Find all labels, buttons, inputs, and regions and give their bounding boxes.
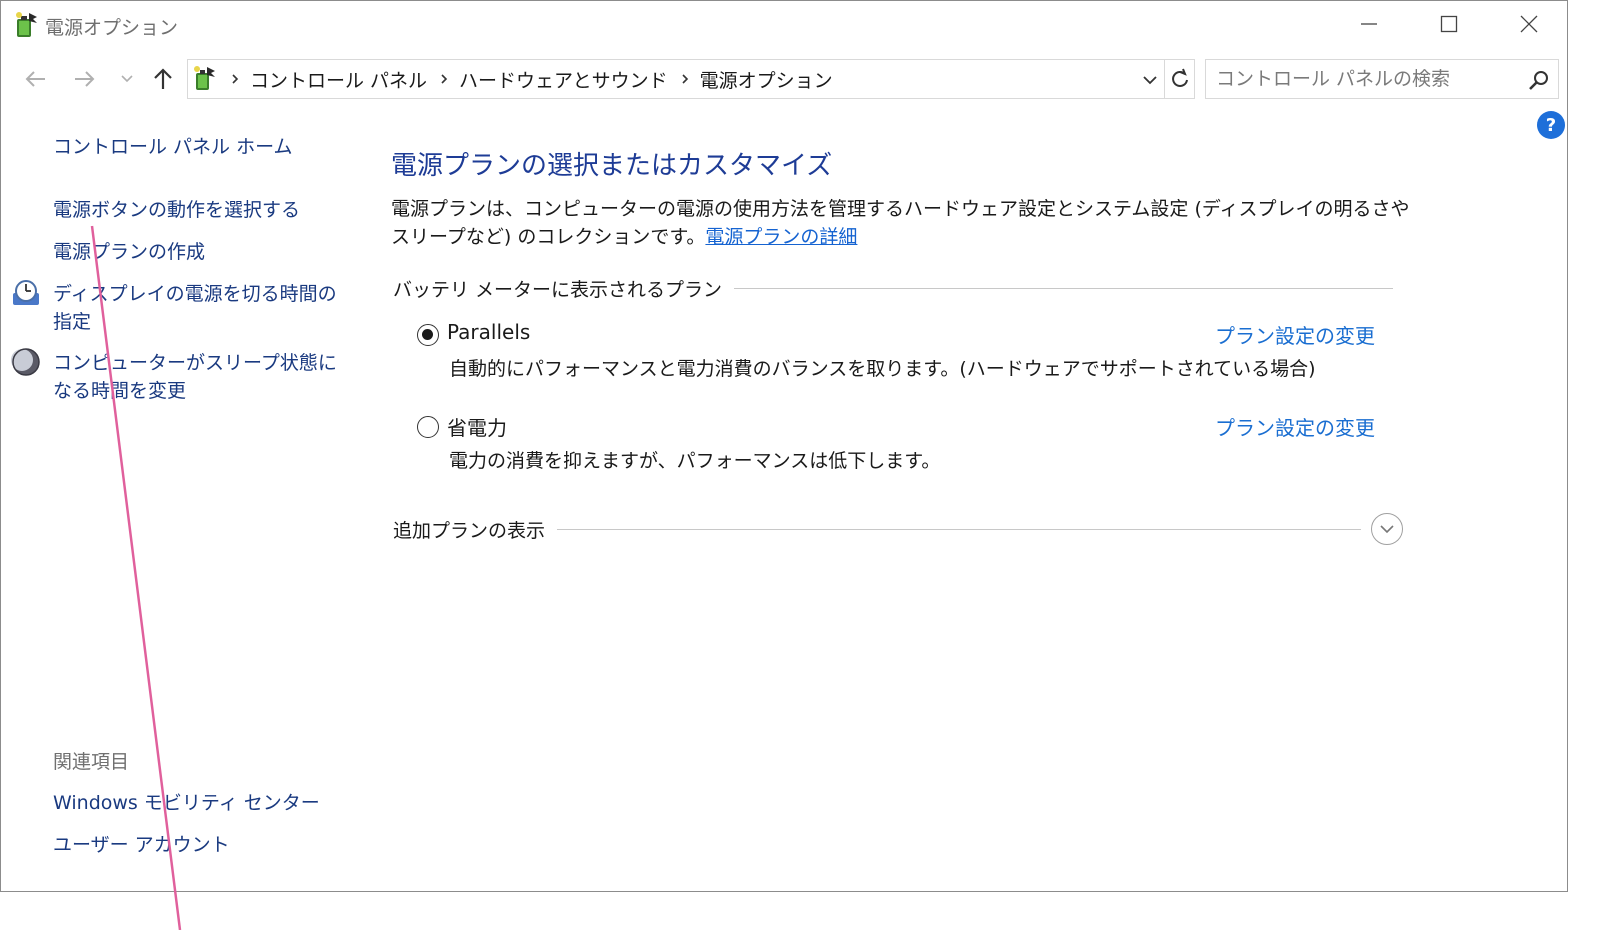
minimize-button[interactable] xyxy=(1329,1,1409,47)
close-button[interactable] xyxy=(1489,1,1567,47)
minimize-icon xyxy=(1361,23,1377,25)
arrow-left-icon xyxy=(25,71,45,87)
breadcrumb-control-panel[interactable]: コントロール パネル xyxy=(250,66,427,93)
user-accounts-link[interactable]: ユーザー アカウント xyxy=(53,831,230,859)
expand-button[interactable] xyxy=(1371,513,1403,545)
additional-plans-label[interactable]: 追加プランの表示 xyxy=(393,516,545,543)
change-plan-settings-link[interactable]: プラン設定の変更 xyxy=(1215,320,1375,349)
divider xyxy=(734,287,1393,289)
breadcrumb-hardware-sound[interactable]: ハードウェアとサウンド xyxy=(459,66,668,93)
plan-radio-parallels[interactable] xyxy=(417,324,439,346)
maximize-icon xyxy=(1440,15,1458,33)
chevron-down-icon xyxy=(1380,525,1394,534)
plan-name[interactable]: Parallels xyxy=(447,320,530,344)
chevron-down-icon xyxy=(121,75,133,83)
clock-icon xyxy=(11,279,41,309)
address-bar[interactable]: コントロール パネル ハードウェアとサウンド 電源オプション xyxy=(187,59,1165,99)
plan-radio-power-saver[interactable] xyxy=(417,416,439,438)
control-panel-home-link[interactable]: コントロール パネル ホーム xyxy=(53,133,293,161)
breadcrumb-power-options[interactable]: 電源オプション xyxy=(700,66,833,93)
divider xyxy=(557,528,1361,530)
change-plan-settings-link[interactable]: プラン設定の変更 xyxy=(1215,412,1375,441)
sleep-time-link[interactable]: コンピューターがスリープ状態になる時間を変更 xyxy=(53,349,343,405)
navigation-bar: コントロール パネル ハードウェアとサウンド 電源オプション xyxy=(1,57,1567,101)
search-input[interactable] xyxy=(1206,60,1516,98)
refresh-icon xyxy=(1171,68,1188,87)
arrow-up-icon xyxy=(154,68,172,89)
mobility-center-link[interactable]: Windows モビリティ センター xyxy=(53,789,320,817)
show-additional-plans[interactable]: 追加プランの表示 xyxy=(393,513,1403,545)
moon-icon xyxy=(11,347,41,377)
create-power-plan-link[interactable]: 電源プランの作成 xyxy=(53,238,205,266)
power-plan-details-link[interactable]: 電源プランの詳細 xyxy=(705,226,857,248)
search-box[interactable] xyxy=(1205,59,1559,99)
choose-power-button-link[interactable]: 電源ボタンの動作を選択する xyxy=(53,196,300,224)
back-button[interactable] xyxy=(19,63,53,95)
window-title: 電源オプション xyxy=(45,17,179,39)
plan-group-header: バッテリ メーターに表示されるプラン xyxy=(393,275,1393,301)
plan-description: 電力の消費を抑えますが、パフォーマンスは低下します。 xyxy=(449,450,941,472)
chevron-down-icon xyxy=(1143,76,1157,85)
help-button[interactable]: ? xyxy=(1537,111,1565,139)
page-title: 電源プランの選択またはカスタマイズ xyxy=(391,151,833,181)
page-description: 電源プランは、コンピューターの電源の使用方法を管理するハードウェア設定とシステム… xyxy=(391,195,1421,251)
power-options-icon xyxy=(190,65,218,93)
plan-name[interactable]: 省電力 xyxy=(447,412,507,441)
chevron-right-icon[interactable] xyxy=(680,73,690,85)
arrow-right-icon xyxy=(75,71,95,87)
recent-locations-button[interactable] xyxy=(115,63,139,95)
up-button[interactable] xyxy=(147,63,179,95)
description-text: 電源プランは、コンピューターの電源の使用方法を管理するハードウェア設定とシステム… xyxy=(391,198,1410,248)
search-icon[interactable] xyxy=(1528,69,1550,91)
plan-description: 自動的にパフォーマンスと電力消費のバランスを取ります。(ハードウェアでサポートさ… xyxy=(449,358,1316,380)
plan-group-label: バッテリ メーターに表示されるプラン xyxy=(393,278,723,301)
address-dropdown-button[interactable] xyxy=(1138,66,1162,94)
power-options-icon xyxy=(11,11,41,39)
maximize-button[interactable] xyxy=(1409,1,1489,47)
forward-button[interactable] xyxy=(67,63,101,95)
close-icon xyxy=(1520,15,1538,33)
title-bar: 電源オプション xyxy=(1,1,1567,49)
display-off-time-link[interactable]: ディスプレイの電源を切る時間の指定 xyxy=(53,280,353,336)
related-heading: 関連項目 xyxy=(53,751,130,773)
chevron-right-icon xyxy=(230,73,240,85)
chevron-right-icon[interactable] xyxy=(439,73,449,85)
power-options-window: 電源オプション コントロール パネル ハードウェアとサウンド 電源オプション コ… xyxy=(0,0,1568,892)
refresh-button[interactable] xyxy=(1165,59,1195,99)
